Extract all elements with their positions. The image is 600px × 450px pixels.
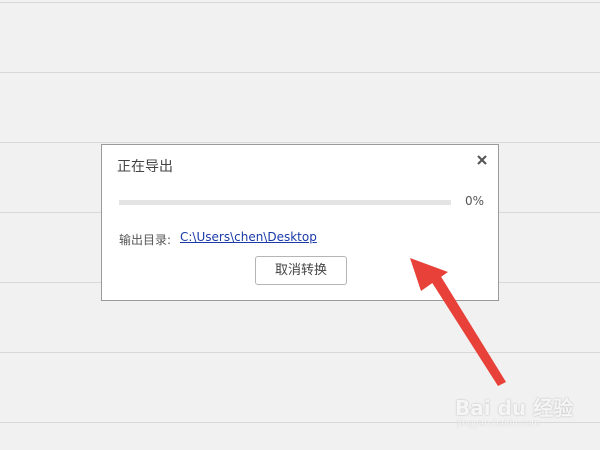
row-divider [0,142,600,143]
watermark: Bai du 经验 jingyan.baidu.com [455,392,573,429]
watermark-url: jingyan.baidu.com [457,419,541,429]
row-divider [0,72,600,73]
export-progress-bar [119,200,451,205]
close-button[interactable] [475,152,489,166]
dialog-title: 正在导出 [117,159,173,175]
row-divider [0,352,600,353]
output-directory-label: 输出目录: [119,233,172,247]
output-directory-link[interactable]: C:\Users\chen\Desktop [180,230,317,244]
export-dialog: 正在导出 0% 输出目录: C:\Users\chen\Desktop 取消转换 [101,144,499,301]
watermark-logo: Bai du 经验 [455,396,574,420]
row-divider [0,2,600,3]
progress-percent: 0% [465,194,485,208]
close-icon [477,155,487,165]
app-background: 正在导出 0% 输出目录: C:\Users\chen\Desktop 取消转换… [0,0,600,450]
row-divider [0,422,600,423]
cancel-conversion-button[interactable]: 取消转换 [255,256,347,285]
